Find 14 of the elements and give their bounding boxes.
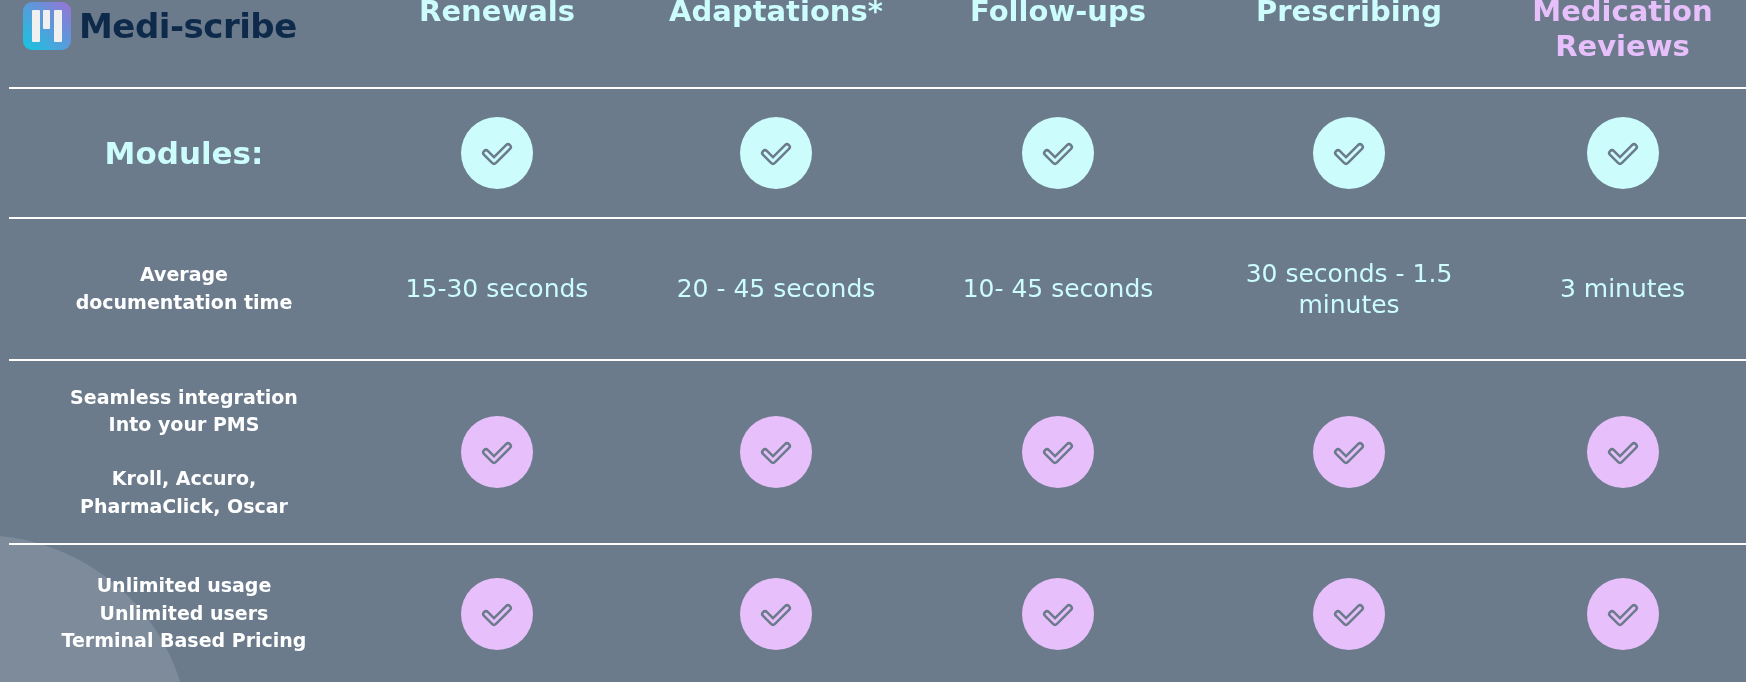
table-cell: 15-30 seconds: [405, 273, 589, 305]
logo-icon: [23, 2, 71, 50]
row-label: Kroll, Accuro, PharmaClick, Oscar: [79, 466, 289, 519]
row-label: Seamless integration Into your PMS: [69, 384, 299, 438]
row-label: Terminal Based Pricing: [61, 628, 307, 654]
table-cell: 20 - 45 seconds: [676, 273, 876, 305]
table-cell: 3 minutes: [1559, 273, 1686, 305]
logo-text: Medi-scribe: [79, 6, 297, 46]
table-cell: 10- 45 seconds: [962, 273, 1154, 305]
row-heading: Modules:: [104, 135, 264, 171]
row-label: Unlimited users: [99, 600, 269, 626]
table-cell-text: 30 seconds - 1.5 minutes: [1244, 257, 1454, 321]
row-label: Average documentation time: [74, 262, 294, 315]
row-label: Unlimited usage: [96, 573, 272, 599]
